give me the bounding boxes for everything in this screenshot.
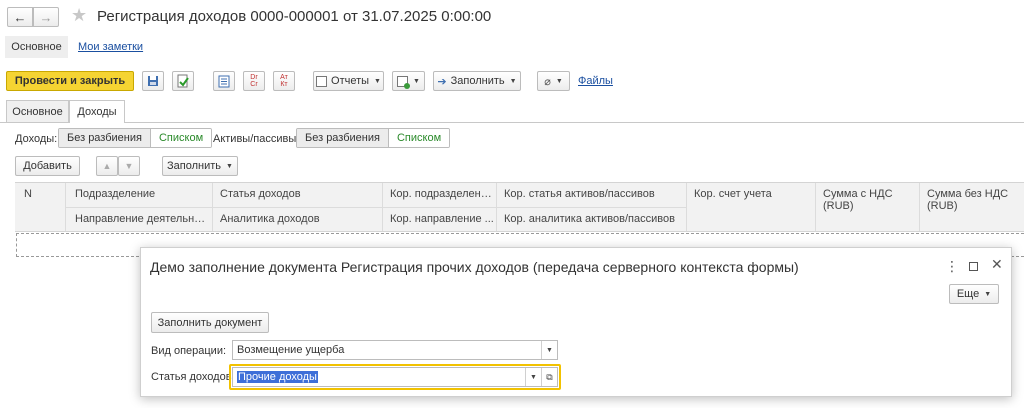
more-options-icon[interactable]: ⋮ xyxy=(945,258,959,275)
fill-label: Заполнить xyxy=(450,75,505,87)
col-activity[interactable]: Направление деятельности xyxy=(75,213,210,225)
add-row-button[interactable]: Добавить xyxy=(15,156,80,176)
chevron-down-icon: ▼ xyxy=(226,162,233,170)
document-list-button[interactable] xyxy=(213,71,235,91)
reports-button[interactable]: Отчеты ▼ xyxy=(313,71,384,91)
col-sum-vat[interactable]: Сумма с НДС (RUB) xyxy=(823,188,915,212)
dialog-more-label: Еще xyxy=(956,288,980,300)
col-cor-direction[interactable]: Кор. направление ... xyxy=(390,213,494,225)
col-income-item[interactable]: Статья доходов xyxy=(220,188,378,200)
dt-ct-button[interactable]: Dr Cr xyxy=(243,71,265,91)
table-fill-label: Заполнить xyxy=(167,160,222,172)
list-icon xyxy=(218,75,230,87)
nav-tab-notes[interactable]: Мои заметки xyxy=(78,41,143,53)
create-based-on-button[interactable]: ▼ xyxy=(392,71,425,91)
nav-tab-main[interactable]: Основное xyxy=(5,36,68,58)
income-no-split[interactable]: Без разбиения xyxy=(59,129,151,147)
assets-filter-toggle[interactable]: Без разбиения Списком xyxy=(296,128,451,148)
operation-type-field[interactable]: Возмещение ущерба ▼ xyxy=(232,340,558,360)
fill-document-button[interactable]: Заполнить документ xyxy=(151,312,269,333)
post-document-icon xyxy=(177,74,189,88)
col-department[interactable]: Подразделение xyxy=(75,188,207,200)
dialog-title: Демо заполнение документа Регистрация пр… xyxy=(150,259,799,275)
arrow-down-icon: ▼ xyxy=(124,161,134,171)
page-title: Регистрация доходов 0000-000001 от 31.07… xyxy=(97,8,492,25)
open-icon[interactable]: ⧉ xyxy=(541,368,557,386)
chevron-down-icon: ▼ xyxy=(374,77,381,85)
back-button[interactable]: ← xyxy=(7,7,33,27)
report-icon xyxy=(316,75,328,87)
paperclip-icon: ⌀ xyxy=(544,75,551,88)
table-fill-button[interactable]: Заполнить ▼ xyxy=(162,156,238,176)
post-and-close-button[interactable]: Провести и закрыть xyxy=(6,71,134,91)
col-n[interactable]: N xyxy=(24,188,32,200)
arrow-right-icon: → xyxy=(39,9,53,25)
at-kt-icon: Ат xyxy=(280,74,288,81)
dt-ct-icon: Dr xyxy=(250,74,258,81)
assets-list[interactable]: Списком xyxy=(388,129,450,147)
assets-no-split[interactable]: Без разбиения xyxy=(297,129,389,147)
chevron-down-icon[interactable]: ▼ xyxy=(525,368,541,386)
income-item-value: Прочие доходы xyxy=(237,371,318,383)
tab-income[interactable]: Доходы xyxy=(69,100,125,123)
income-item-field[interactable]: Прочие доходы ▼ ⧉ xyxy=(232,367,558,387)
col-cor-department[interactable]: Кор. подразделение xyxy=(390,188,492,200)
col-sum-no-vat[interactable]: Сумма без НДС (RUB) xyxy=(927,188,1022,212)
assets-filter-label: Активы/пассивы: xyxy=(213,133,300,145)
reports-label: Отчеты xyxy=(331,75,370,87)
post-button[interactable] xyxy=(172,71,194,91)
col-income-analytics[interactable]: Аналитика доходов xyxy=(220,213,378,225)
tab-main[interactable]: Основное xyxy=(6,100,69,122)
chevron-down-icon: ▼ xyxy=(509,77,517,85)
chevron-down-icon: ▼ xyxy=(555,77,563,85)
at-kt-button[interactable]: Ат Кт xyxy=(273,71,295,91)
arrow-left-icon: ← xyxy=(13,9,27,25)
forward-button[interactable]: → xyxy=(33,7,59,27)
attachments-button[interactable]: ⌀ ▼ xyxy=(537,71,570,91)
col-cor-asset-item[interactable]: Кор. статья активов/пассивов xyxy=(504,188,682,200)
tab-divider xyxy=(0,122,1024,123)
close-icon[interactable]: ✕ xyxy=(991,256,1003,273)
income-filter-label: Доходы: xyxy=(15,133,58,145)
fill-dialog: Демо заполнение документа Регистрация пр… xyxy=(140,247,1012,397)
create-based-icon xyxy=(397,75,411,89)
income-filter-toggle[interactable]: Без разбиения Списком xyxy=(58,128,213,148)
save-button[interactable] xyxy=(142,71,164,91)
chevron-down-icon[interactable]: ▼ xyxy=(541,341,557,359)
fill-arrow-icon: ➔ xyxy=(437,75,447,88)
files-link[interactable]: Файлы xyxy=(578,75,613,87)
fill-button[interactable]: ➔ Заполнить ▼ xyxy=(433,71,521,91)
maximize-icon[interactable] xyxy=(969,262,978,271)
chevron-down-icon: ▼ xyxy=(984,290,992,298)
income-item-label: Статья доходов: xyxy=(151,371,235,383)
income-list[interactable]: Списком xyxy=(150,129,212,147)
operation-type-value: Возмещение ущерба xyxy=(237,344,345,356)
star-icon[interactable]: ★ xyxy=(71,5,87,26)
chevron-down-icon: ▼ xyxy=(413,77,420,85)
operation-type-label: Вид операции: xyxy=(151,345,227,357)
move-down-button[interactable]: ▼ xyxy=(118,156,140,176)
col-cor-asset-analytics[interactable]: Кор. аналитика активов/пассивов xyxy=(504,213,682,225)
col-cor-account[interactable]: Кор. счет учета xyxy=(694,188,812,200)
floppy-icon xyxy=(148,76,158,86)
arrow-up-icon: ▲ xyxy=(102,161,112,171)
dialog-more-button[interactable]: Еще ▼ xyxy=(949,284,999,304)
move-up-button[interactable]: ▲ xyxy=(96,156,118,176)
